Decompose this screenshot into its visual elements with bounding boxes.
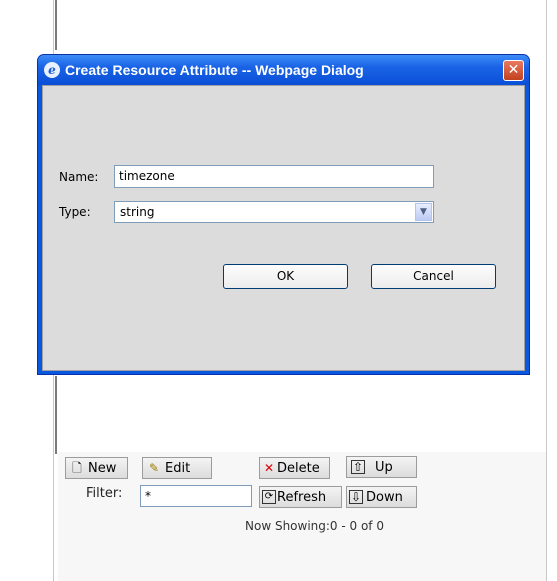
internet-explorer-icon: e [44,62,60,78]
now-showing-status: Now Showing:0 - 0 of 0 [245,519,384,533]
up-button-label: Up [375,459,393,475]
close-icon: ✕ [507,62,520,78]
down-arrow-icon: ⇩ [349,490,363,504]
new-document-icon: 🗋 [72,461,82,475]
name-input[interactable]: timezone [114,165,434,188]
down-button[interactable]: ⇩ Down [346,486,417,508]
type-label: Type: [59,205,91,219]
cancel-button[interactable]: Cancel [371,264,496,289]
refresh-button[interactable]: ⟳ Refresh [259,486,342,508]
up-button[interactable]: ⇧ Up [346,456,417,478]
type-select[interactable]: string ▼ [114,201,434,223]
name-label: Name: [59,170,99,184]
delete-button[interactable]: ✕ Delete [259,457,330,479]
ok-button[interactable]: OK [223,264,348,289]
up-arrow-icon: ⇧ [351,460,365,474]
refresh-button-label: Refresh [277,489,327,505]
filter-label: Filter: [86,486,123,501]
delete-button-label: Delete [277,460,320,476]
chevron-down-icon[interactable]: ▼ [415,203,432,221]
delete-x-icon: ✕ [263,461,275,475]
page-left-divider-top [55,0,57,50]
edit-button[interactable]: ✎ Edit [142,457,212,479]
dialog-body: Name: timezone Type: string ▼ OK Cancel [42,85,525,371]
new-button[interactable]: 🗋 New [65,457,128,479]
create-resource-attribute-dialog: e Create Resource Attribute -- Webpage D… [37,54,530,375]
dialog-title: Create Resource Attribute -- Webpage Dia… [65,62,364,78]
page-left-divider-bottom [55,376,57,454]
refresh-icon: ⟳ [262,490,276,504]
close-button[interactable]: ✕ [503,60,524,81]
pencil-icon: ✎ [148,461,160,475]
filter-input[interactable] [140,485,252,507]
dialog-titlebar[interactable]: e Create Resource Attribute -- Webpage D… [38,55,529,85]
type-select-value: string [120,205,155,219]
down-button-label: Down [366,489,403,505]
new-button-label: New [88,460,117,476]
edit-button-label: Edit [165,460,191,476]
page-right-border [546,0,547,581]
